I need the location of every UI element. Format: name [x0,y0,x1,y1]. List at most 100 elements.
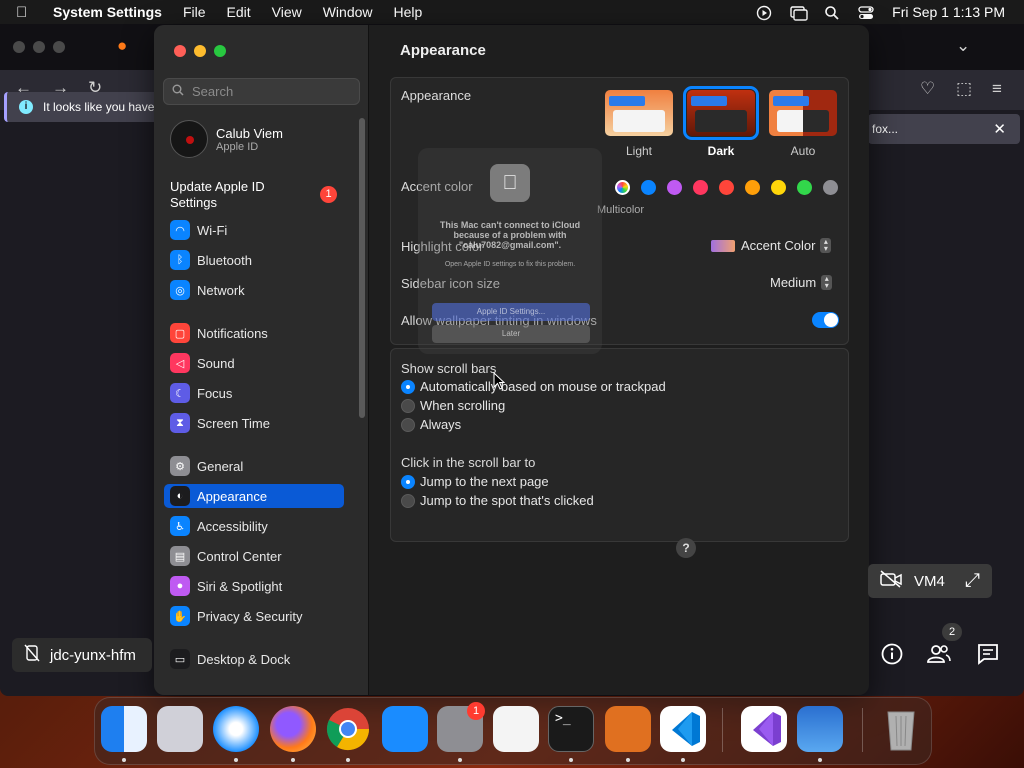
scroll-always-radio[interactable] [401,418,415,432]
sidebar-item-network[interactable]: ◎ Network [164,278,344,302]
menu-help[interactable]: Help [394,4,423,20]
screen-mirroring-icon[interactable] [790,5,808,21]
menu-edit[interactable]: Edit [227,4,251,20]
notification-close-icon[interactable]: ✕ [993,120,1006,138]
menu-file[interactable]: File [183,4,206,20]
sidebar-item-accessibility[interactable]: ♿ Accessibility [164,514,344,538]
appearance-dark-option[interactable] [683,86,759,140]
jump-spot-clicked-label[interactable]: Jump to the spot that's clicked [420,493,594,508]
sidebar-item-notifications[interactable]: ▢ Notifications [164,321,344,345]
launchpad-icon[interactable] [157,706,203,752]
accent-color-swatch[interactable] [667,180,682,195]
participants-icon[interactable] [926,642,952,668]
accent-color-swatch[interactable] [693,180,708,195]
minimize-window-button[interactable] [194,45,206,57]
accent-color-swatch[interactable] [719,180,734,195]
participants-badge: 2 [942,623,962,641]
visual-studio-icon[interactable] [741,706,787,752]
menu-view[interactable]: View [272,4,302,20]
menu-clock[interactable]: Fri Sep 1 1:13 PM [892,4,1005,20]
accent-color-swatch[interactable] [745,180,760,195]
spotlight-search-icon[interactable] [824,5,840,20]
finder-icon[interactable] [101,706,147,752]
vscode-icon[interactable] [660,706,706,752]
host-name: jdc-yunx-hfm [50,646,136,664]
system-settings-window: Search Calub Viem Apple ID Update Apple … [154,25,869,695]
update-apple-id-settings[interactable]: Update Apple ID Settings [170,179,290,211]
sidebar-icon-size-popup[interactable]: Medium ▴ ▾ [770,275,833,290]
textedit-icon[interactable] [493,706,539,752]
sidebar-item-bluetooth[interactable]: ᛒ Bluetooth [164,248,344,272]
scroll-auto-radio[interactable] [401,380,415,394]
accent-color-swatch[interactable] [641,180,656,195]
sidebar-item-sound[interactable]: ◁ Sound [164,351,344,375]
scroll-auto-label[interactable]: Automatically based on mouse or trackpad [420,379,666,394]
highlight-color-popup[interactable]: Accent Color ▴ ▾ [711,238,832,253]
sidebar-item-privacy-security[interactable]: ✋ Privacy & Security [164,604,344,628]
running-indicator [291,758,295,762]
scroll-when-scrolling-label[interactable]: When scrolling [420,398,505,413]
sidebar-item-wi-fi[interactable]: ◠ Wi-Fi [164,218,344,242]
appearance-light-option[interactable] [605,90,673,136]
profile-name: Calub Viem [216,125,283,141]
apple-id-settings-button[interactable]: Apple ID Settings... [432,303,590,321]
close-window-button[interactable] [174,45,186,57]
appearance-auto-option[interactable] [769,90,837,136]
safari-icon[interactable] [213,706,259,752]
sidebar-item-label: Focus [197,385,233,401]
scroll-bars-panel: Show scroll bars Automatically based on … [390,348,849,542]
app-store-icon[interactable] [382,706,428,752]
expand-icon[interactable]: ⤢ [965,570,980,592]
pocket-icon[interactable]: ♡ [920,79,935,99]
firefox-icon[interactable] [270,706,316,752]
scroll-always-label[interactable]: Always [420,417,461,432]
camera-off-icon[interactable] [880,570,902,592]
chat-icon[interactable] [975,642,1001,668]
dock-icon: ▭ [170,649,190,669]
weather-icon[interactable] [797,706,843,752]
jump-spot-clicked-radio[interactable] [401,494,415,508]
jump-next-page-label[interactable]: Jump to the next page [420,474,549,489]
info-circle-icon[interactable] [879,642,905,668]
scroll-when-scrolling-radio[interactable] [401,399,415,413]
appearance-icon: ◐ [170,486,190,506]
zoom-window-button[interactable] [214,45,226,57]
accent-color-swatch[interactable] [823,180,838,195]
notifications-icon: ▢ [170,323,190,343]
apple-id-profile[interactable]: Calub Viem Apple ID [170,120,283,158]
accent-color-swatch[interactable] [797,180,812,195]
terminal-icon[interactable]: >_ [548,706,594,752]
tab-list-chevron-icon[interactable]: ⌄ [956,36,970,56]
sidebar-item-label: Wi-Fi [197,222,228,238]
sidebar-search-input[interactable]: Search [163,78,360,105]
trash-icon[interactable] [878,706,924,752]
vm-label-box[interactable]: VM4 ⤢ [868,564,992,598]
control-center-icon[interactable] [858,5,874,19]
sidebar-item-screen-time[interactable]: ⧗ Screen Time [164,411,344,435]
accent-multicolor-swatch[interactable] [615,180,630,195]
wallpaper-tinting-toggle[interactable] [812,312,839,328]
help-button[interactable]: ? [676,538,696,558]
sidebar-item-siri-spotlight[interactable]: ● Siri & Spotlight [164,574,344,598]
menu-app-name[interactable]: System Settings [53,4,162,20]
chrome-icon[interactable] [325,706,371,752]
extensions-icon[interactable]: ⬚ [956,79,972,99]
sidebar-item-focus[interactable]: ☾ Focus [164,381,344,405]
apple-menu-icon[interactable]:  [16,4,40,21]
sidebar-item-general[interactable]: ⚙ General [164,454,344,478]
sidebar-item-appearance[interactable]: ◐ Appearance [164,484,344,508]
host-pill[interactable]: jdc-yunx-hfm [12,638,152,672]
sidebar-scrollbar[interactable] [359,118,365,418]
sidebar-item-desktop-dock[interactable]: ▭ Desktop & Dock [164,647,344,671]
sidebar-item-label: Desktop & Dock [197,651,291,667]
menu-window[interactable]: Window [323,4,373,20]
hand-icon: ✋ [170,606,190,626]
sidebar-item-control-center[interactable]: ▤ Control Center [164,544,344,568]
menu-hamburger-icon[interactable]: ≡ [992,79,1002,99]
garageband-icon[interactable] [605,706,651,752]
later-button[interactable]: Later [432,325,590,343]
firefox-tab-icon[interactable]: ● [117,36,127,56]
jump-next-page-radio[interactable] [401,475,415,489]
play-status-icon[interactable] [756,5,772,21]
accent-color-swatch[interactable] [771,180,786,195]
